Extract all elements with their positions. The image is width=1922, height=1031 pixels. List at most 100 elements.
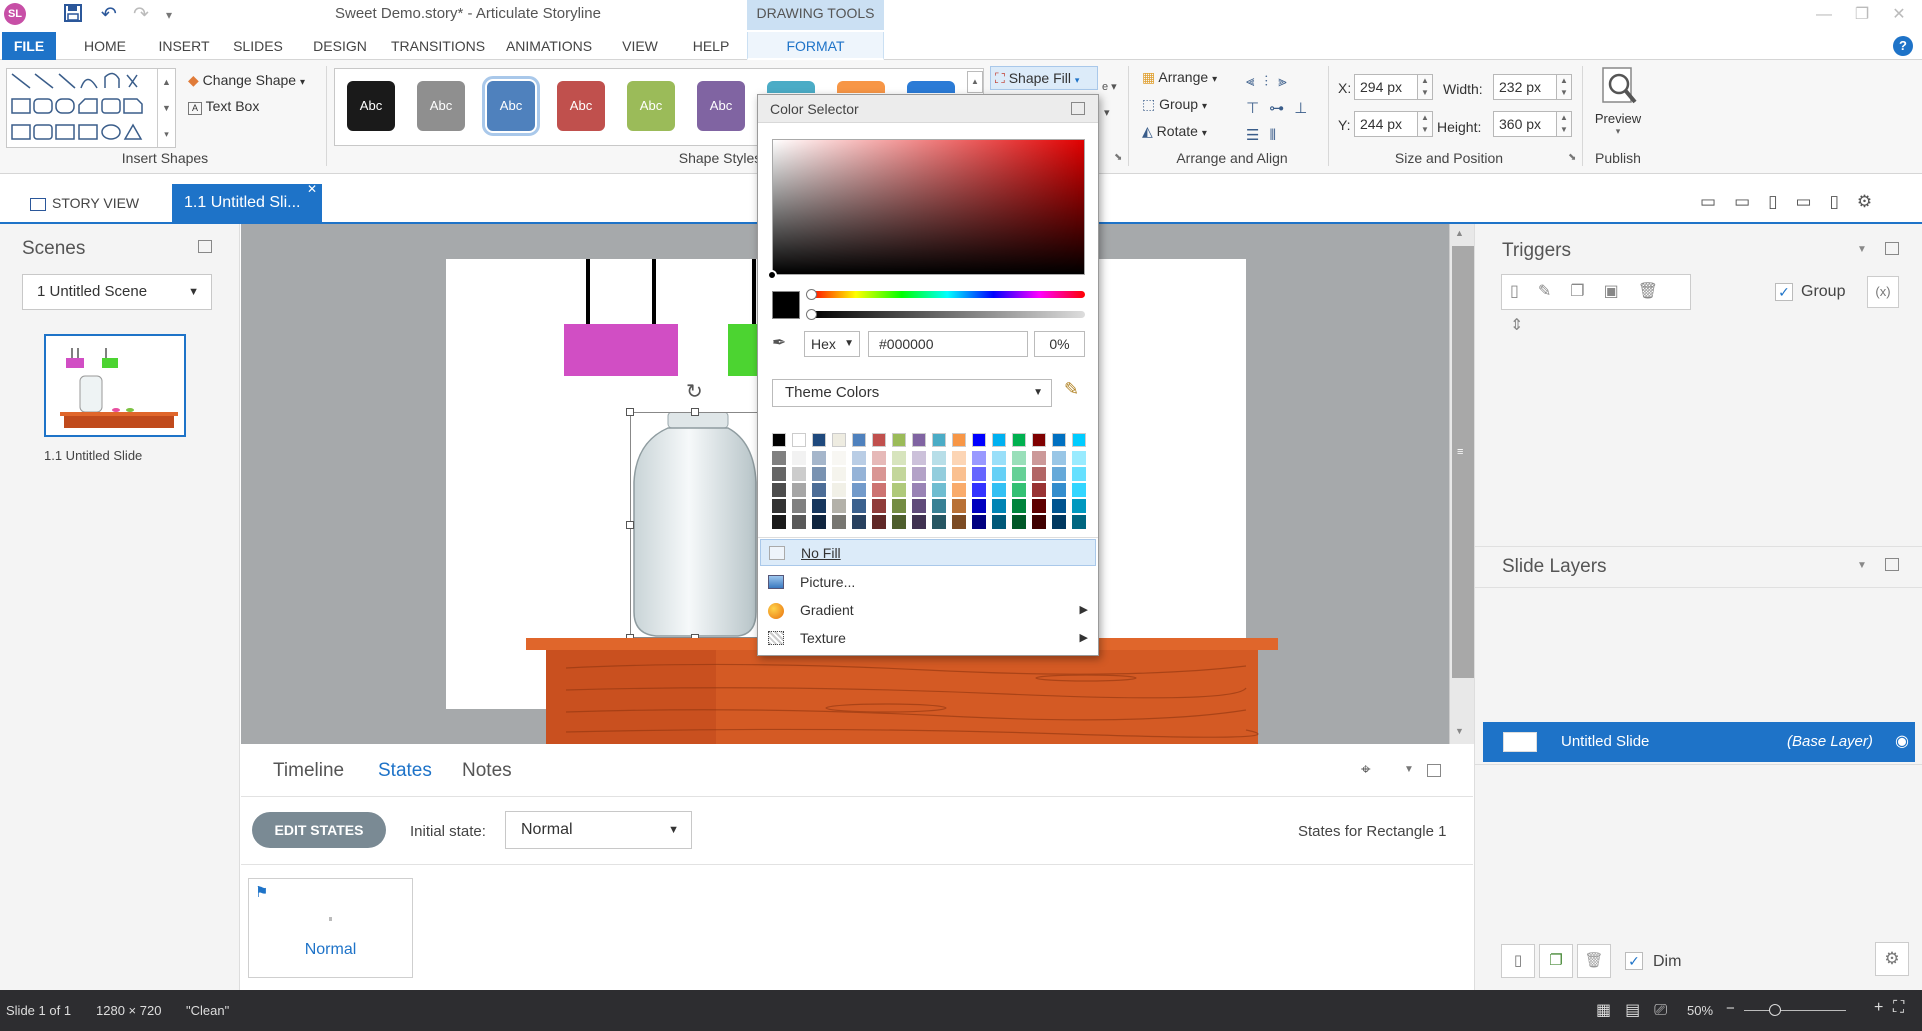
color-shade-swatch[interactable] bbox=[912, 467, 926, 481]
color-shade-swatch[interactable] bbox=[852, 483, 866, 497]
align-bottom-icon[interactable]: ⊥ bbox=[1294, 100, 1317, 117]
color-shade-swatch[interactable] bbox=[1012, 499, 1026, 513]
color-shade-swatch[interactable] bbox=[992, 467, 1006, 481]
tab-transitions[interactable]: TRANSITIONS bbox=[390, 32, 486, 60]
color-shade-swatch[interactable] bbox=[932, 499, 946, 513]
alpha-slider[interactable] bbox=[810, 311, 1085, 318]
preview-button[interactable]: Preview ▾ bbox=[1592, 66, 1644, 150]
color-shade-swatch[interactable] bbox=[932, 483, 946, 497]
shape-gallery[interactable]: ▲ ▼ ▾ bbox=[6, 68, 176, 148]
panel-float-icon[interactable] bbox=[1885, 242, 1899, 255]
color-shade-swatch[interactable] bbox=[912, 483, 926, 497]
tab-animations[interactable]: ANIMATIONS bbox=[502, 32, 596, 60]
color-shade-swatch[interactable] bbox=[972, 467, 986, 481]
distribute-horizontal-icon[interactable]: ⦀ bbox=[1269, 127, 1286, 144]
state-card-normal[interactable]: ⚑ Normal bbox=[248, 878, 413, 978]
panel-float-icon[interactable] bbox=[1427, 764, 1441, 777]
chevron-down-icon[interactable]: ▼ bbox=[1404, 764, 1414, 775]
color-shade-swatch[interactable] bbox=[812, 499, 826, 513]
color-shade-swatch[interactable] bbox=[1052, 499, 1066, 513]
tab-story-view[interactable]: STORY VIEW bbox=[30, 184, 150, 222]
color-swatch[interactable] bbox=[1072, 433, 1086, 447]
picture-fill-option[interactable]: Picture... bbox=[760, 569, 1096, 596]
color-shade-swatch[interactable] bbox=[1032, 467, 1046, 481]
color-shade-swatch[interactable] bbox=[872, 499, 886, 513]
style-swatch-red[interactable]: Abc bbox=[557, 81, 605, 131]
color-shade-swatch[interactable] bbox=[992, 483, 1006, 497]
y-spinner[interactable]: ▲ ▼ bbox=[1417, 111, 1433, 137]
color-shade-swatch[interactable] bbox=[892, 467, 906, 481]
align-left-icon[interactable]: ⫷ bbox=[1246, 73, 1264, 90]
color-swatch[interactable] bbox=[832, 433, 846, 447]
style-swatch-teal[interactable] bbox=[767, 81, 815, 93]
desktop-icon[interactable]: ▭ bbox=[1700, 192, 1734, 211]
canvas-scrollbar[interactable]: ▲ ≡ ▼ bbox=[1449, 224, 1475, 744]
hex-input[interactable]: #000000 bbox=[868, 331, 1028, 357]
color-swatch[interactable] bbox=[1052, 433, 1066, 447]
style-swatch-blue[interactable]: Abc bbox=[482, 76, 540, 136]
color-shade-swatch[interactable] bbox=[1032, 451, 1046, 465]
shape-gallery-scroll[interactable]: ▲ ▼ ▾ bbox=[157, 69, 175, 147]
tab-format[interactable]: FORMAT bbox=[747, 32, 884, 60]
eyedropper-icon[interactable]: ✒ bbox=[772, 333, 786, 353]
color-shade-swatch[interactable] bbox=[892, 483, 906, 497]
color-shade-swatch[interactable] bbox=[792, 451, 806, 465]
color-shade-swatch[interactable] bbox=[952, 451, 966, 465]
color-shade-swatch[interactable] bbox=[952, 515, 966, 529]
color-swatch[interactable] bbox=[932, 433, 946, 447]
color-shade-swatch[interactable] bbox=[1072, 483, 1086, 497]
edit-trigger-icon[interactable]: ✎ bbox=[1538, 283, 1570, 300]
restore-icon[interactable]: ❐ bbox=[1848, 4, 1876, 26]
color-swatch[interactable] bbox=[912, 433, 926, 447]
scroll-up-arrow[interactable]: ▲ bbox=[1455, 228, 1464, 238]
arrange-button[interactable]: ▦ Arrange ▾ bbox=[1142, 69, 1217, 86]
color-shade-swatch[interactable] bbox=[1052, 515, 1066, 529]
color-shade-swatch[interactable] bbox=[772, 451, 786, 465]
color-swatch[interactable] bbox=[812, 433, 826, 447]
color-spectrum-picker[interactable] bbox=[772, 139, 1085, 275]
color-shade-swatch[interactable] bbox=[772, 467, 786, 481]
color-shade-swatch[interactable] bbox=[912, 451, 926, 465]
color-mode-dropdown[interactable]: Hex ▼ bbox=[804, 331, 860, 357]
color-shade-swatch[interactable] bbox=[912, 515, 926, 529]
color-shade-swatch[interactable] bbox=[992, 451, 1006, 465]
color-shade-swatch[interactable] bbox=[832, 467, 846, 481]
normal-view-icon[interactable]: ▤ bbox=[1625, 1002, 1654, 1019]
color-shade-swatch[interactable] bbox=[932, 515, 946, 529]
color-shade-swatch[interactable] bbox=[832, 483, 846, 497]
panel-float-icon[interactable] bbox=[1885, 558, 1899, 571]
color-shade-swatch[interactable] bbox=[992, 515, 1006, 529]
tab-timeline[interactable]: Timeline bbox=[273, 760, 344, 782]
scroll-down-arrow[interactable]: ▼ bbox=[1455, 726, 1464, 736]
zoom-out-icon[interactable]: − bbox=[1726, 1000, 1735, 1017]
resize-handle-w[interactable] bbox=[626, 521, 634, 529]
panel-float-icon[interactable] bbox=[198, 240, 212, 253]
color-shade-swatch[interactable] bbox=[872, 515, 886, 529]
tablet-landscape-icon[interactable]: ▭ bbox=[1734, 192, 1768, 211]
undo-icon[interactable]: ↶ bbox=[98, 4, 120, 26]
tab-slides[interactable]: SLIDES bbox=[230, 32, 286, 60]
close-tab-icon[interactable]: ✕ bbox=[307, 182, 317, 196]
change-shape-button[interactable]: ◆ Change Shape ▾ bbox=[188, 72, 305, 89]
tab-notes[interactable]: Notes bbox=[462, 760, 512, 782]
align-center-icon[interactable]: ⫶ bbox=[1264, 73, 1278, 90]
edit-palette-pencil-icon[interactable]: ✎ bbox=[1064, 379, 1079, 400]
hue-slider[interactable] bbox=[810, 291, 1085, 298]
color-shade-swatch[interactable] bbox=[952, 499, 966, 513]
color-shade-swatch[interactable] bbox=[1052, 483, 1066, 497]
color-shade-swatch[interactable] bbox=[872, 451, 886, 465]
text-box-button[interactable]: A Text Box bbox=[188, 98, 259, 115]
color-shade-swatch[interactable] bbox=[1012, 451, 1026, 465]
style-swatch-orange[interactable] bbox=[837, 81, 885, 93]
shape-outline-arrow[interactable]: e ▾ bbox=[1102, 80, 1117, 93]
tab-help[interactable]: HELP bbox=[688, 32, 734, 60]
align-right-icon[interactable]: ⫸ bbox=[1278, 73, 1296, 90]
spectrum-cursor[interactable] bbox=[767, 270, 777, 280]
color-shade-swatch[interactable] bbox=[1072, 467, 1086, 481]
eye-icon[interactable]: ◉ bbox=[1895, 722, 1909, 762]
dim-checkbox[interactable]: ✓ bbox=[1625, 952, 1643, 970]
color-shade-swatch[interactable] bbox=[932, 451, 946, 465]
color-shade-swatch[interactable] bbox=[972, 451, 986, 465]
chevron-down-icon[interactable]: ▼ bbox=[1857, 244, 1867, 255]
tablet-portrait-icon[interactable]: ▯ bbox=[1768, 192, 1795, 211]
